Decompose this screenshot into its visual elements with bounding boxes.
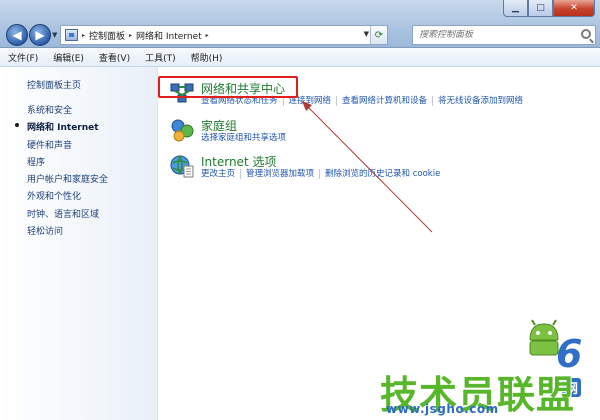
category-title-homegroup[interactable]: 家庭组 bbox=[201, 117, 237, 134]
search-input[interactable] bbox=[419, 30, 579, 40]
recent-pages-chevron-down-icon[interactable]: ▼ bbox=[52, 31, 57, 39]
window-titlebar: ▁ □ ✕ ◀ ▶ ▼ ▸ 控制面板 ▸ 网络和 Internet ▸ ▼ ⟳ bbox=[0, 0, 600, 48]
sidebar: 控制面板主页 系统和安全 网络和 Internet 硬件和声音 程序 用户帐户和… bbox=[0, 67, 158, 420]
back-button[interactable]: ◀ bbox=[6, 24, 28, 46]
link-manage-addons[interactable]: 管理浏览器加载项 bbox=[240, 169, 319, 179]
close-button[interactable]: ✕ bbox=[553, 0, 595, 17]
category-links-homegroup: 选择家庭组和共享选项 bbox=[201, 133, 291, 143]
annotation-highlight-box bbox=[158, 76, 298, 98]
sidebar-control-panel-home[interactable]: 控制面板主页 bbox=[27, 78, 81, 91]
watermark-url: www.jsgho.com bbox=[386, 402, 499, 416]
menu-bar: 文件(F) 编辑(E) 查看(V) 工具(T) 帮助(H) bbox=[0, 48, 600, 67]
sidebar-item-network-internet[interactable]: 网络和 Internet bbox=[14, 120, 108, 137]
breadcrumb-control-panel[interactable]: 控制面板 bbox=[89, 29, 125, 42]
breadcrumb-separator-icon[interactable]: ▸ bbox=[206, 32, 209, 39]
sidebar-item-clock-language[interactable]: 时钟、语言和区域 bbox=[27, 207, 108, 224]
sidebar-item-system-security[interactable]: 系统和安全 bbox=[27, 103, 108, 120]
search-icon[interactable] bbox=[581, 29, 591, 39]
menu-file[interactable]: 文件(F) bbox=[8, 51, 38, 64]
menu-help[interactable]: 帮助(H) bbox=[191, 51, 223, 64]
breadcrumb-separator-icon[interactable]: ▸ bbox=[82, 32, 85, 39]
refresh-icon[interactable]: ⟳ bbox=[370, 26, 387, 44]
address-bar[interactable]: ▸ 控制面板 ▸ 网络和 Internet ▸ ▼ ⟳ bbox=[60, 25, 388, 45]
sidebar-item-ease-of-access[interactable]: 轻松访问 bbox=[27, 224, 108, 241]
caption-buttons: ▁ □ ✕ bbox=[503, 0, 595, 17]
sidebar-item-appearance[interactable]: 外观和个性化 bbox=[27, 189, 108, 206]
maximize-button[interactable]: □ bbox=[528, 0, 553, 17]
forward-button[interactable]: ▶ bbox=[29, 24, 51, 46]
breadcrumb-network-internet[interactable]: 网络和 Internet bbox=[136, 29, 202, 42]
link-homegroup-options[interactable]: 选择家庭组和共享选项 bbox=[201, 133, 291, 143]
sidebar-item-programs[interactable]: 程序 bbox=[27, 155, 108, 172]
menu-view[interactable]: 查看(V) bbox=[99, 51, 130, 64]
sidebar-item-user-accounts[interactable]: 用户帐户和家庭安全 bbox=[27, 172, 108, 189]
sidebar-list: 系统和安全 网络和 Internet 硬件和声音 程序 用户帐户和家庭安全 外观… bbox=[14, 103, 108, 241]
link-delete-history[interactable]: 删除浏览的历史记录和 cookie bbox=[319, 169, 445, 179]
menu-edit[interactable]: 编辑(E) bbox=[53, 51, 84, 64]
category-title-internet-options[interactable]: Internet 选项 bbox=[201, 153, 276, 170]
menu-tools[interactable]: 工具(T) bbox=[145, 51, 176, 64]
link-add-wireless-device[interactable]: 将无线设备添加到网络 bbox=[432, 96, 528, 106]
control-panel-icon bbox=[65, 29, 78, 41]
homegroup-icon[interactable] bbox=[169, 117, 195, 143]
minimize-button[interactable]: ▁ bbox=[503, 0, 528, 17]
watermark: 6 网 技术员联盟 www.jsgho.com bbox=[372, 319, 594, 417]
link-change-homepage[interactable]: 更改主页 bbox=[201, 169, 240, 179]
address-history-chevron-down-icon[interactable]: ▼ bbox=[364, 30, 369, 38]
link-view-network-computers[interactable]: 查看网络计算机和设备 bbox=[336, 96, 432, 106]
internet-options-icon[interactable] bbox=[169, 153, 195, 179]
category-links-internet-options: 更改主页 管理浏览器加载项 删除浏览的历史记录和 cookie bbox=[201, 169, 445, 179]
breadcrumb-separator-icon[interactable]: ▸ bbox=[129, 32, 132, 39]
sidebar-item-hardware-sound[interactable]: 硬件和声音 bbox=[27, 138, 108, 155]
search-box[interactable] bbox=[412, 25, 596, 45]
